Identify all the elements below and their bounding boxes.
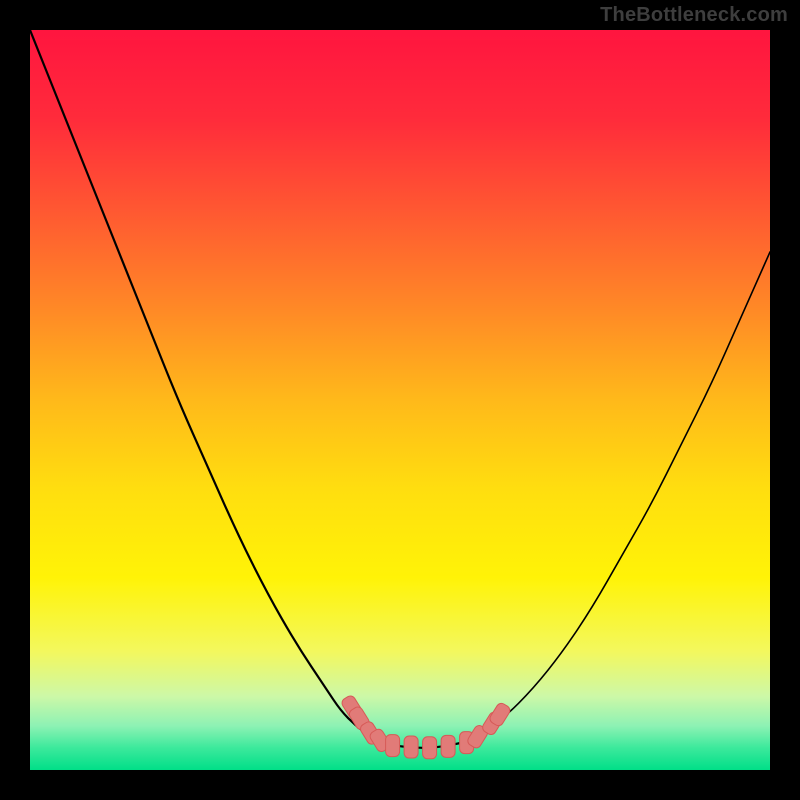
chart-svg [30, 30, 770, 770]
marker-floor-3 [423, 737, 437, 759]
chart-frame: TheBottleneck.com [0, 0, 800, 800]
plot-area [30, 30, 770, 770]
gradient-background [30, 30, 770, 770]
marker-floor-1 [386, 735, 400, 757]
marker-floor-2 [404, 736, 418, 758]
watermark-text: TheBottleneck.com [600, 4, 788, 27]
marker-floor-4 [441, 735, 455, 757]
